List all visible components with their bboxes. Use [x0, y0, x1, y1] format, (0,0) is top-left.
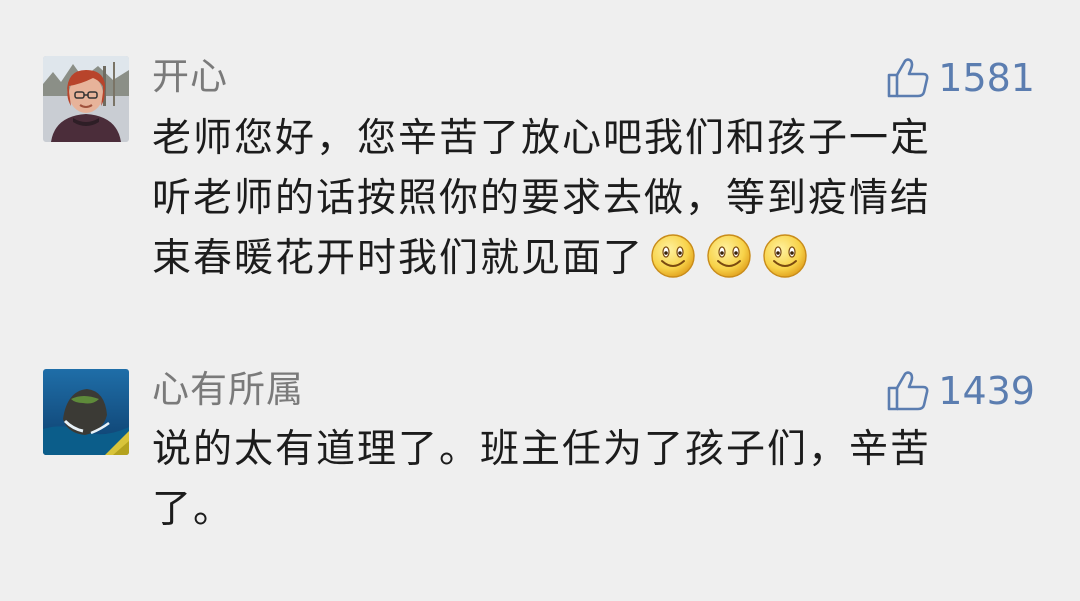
comment-text-line: 说的太有道理了。班主任为了孩子们，辛苦	[152, 427, 932, 472]
like-button[interactable]: 1581	[886, 56, 1035, 100]
smile-emoji	[707, 234, 751, 278]
smile-emoji	[651, 234, 695, 278]
avatar[interactable]	[43, 369, 129, 455]
comment-text-line: 老师您好，您辛苦了放心吧我们和孩子一定	[152, 116, 932, 161]
like-count: 1439	[938, 369, 1035, 413]
comment-text: 说的太有道理了。班主任为了孩子们，辛苦 了。	[152, 420, 1022, 540]
thumbs-up-icon	[887, 58, 929, 98]
username[interactable]: 开心	[152, 55, 228, 99]
comment-text: 老师您好，您辛苦了放心吧我们和孩子一定 听老师的话按照你的要求去做，等到疫情结 …	[152, 109, 1022, 289]
comment-text-line: 听老师的话按照你的要求去做，等到疫情结	[152, 176, 932, 221]
comment-list: 开心 1581 老师您好，您辛苦了放心吧我们和孩子一定 听老师的话按照你的要求去…	[0, 0, 1080, 601]
avatar-photo	[43, 369, 129, 455]
avatar-photo	[43, 56, 129, 142]
comment-text-line: 束春暖花开时我们就见面了	[152, 236, 645, 281]
smile-emoji	[763, 234, 807, 278]
thumbs-up-icon	[887, 371, 929, 411]
avatar[interactable]	[43, 56, 129, 142]
like-button[interactable]: 1439	[886, 369, 1035, 413]
username[interactable]: 心有所属	[152, 368, 304, 412]
like-count: 1581	[938, 56, 1035, 100]
comment-text-line-with-emoji: 束春暖花开时我们就见面了	[152, 229, 1022, 289]
comment-text-line: 了。	[152, 487, 235, 532]
